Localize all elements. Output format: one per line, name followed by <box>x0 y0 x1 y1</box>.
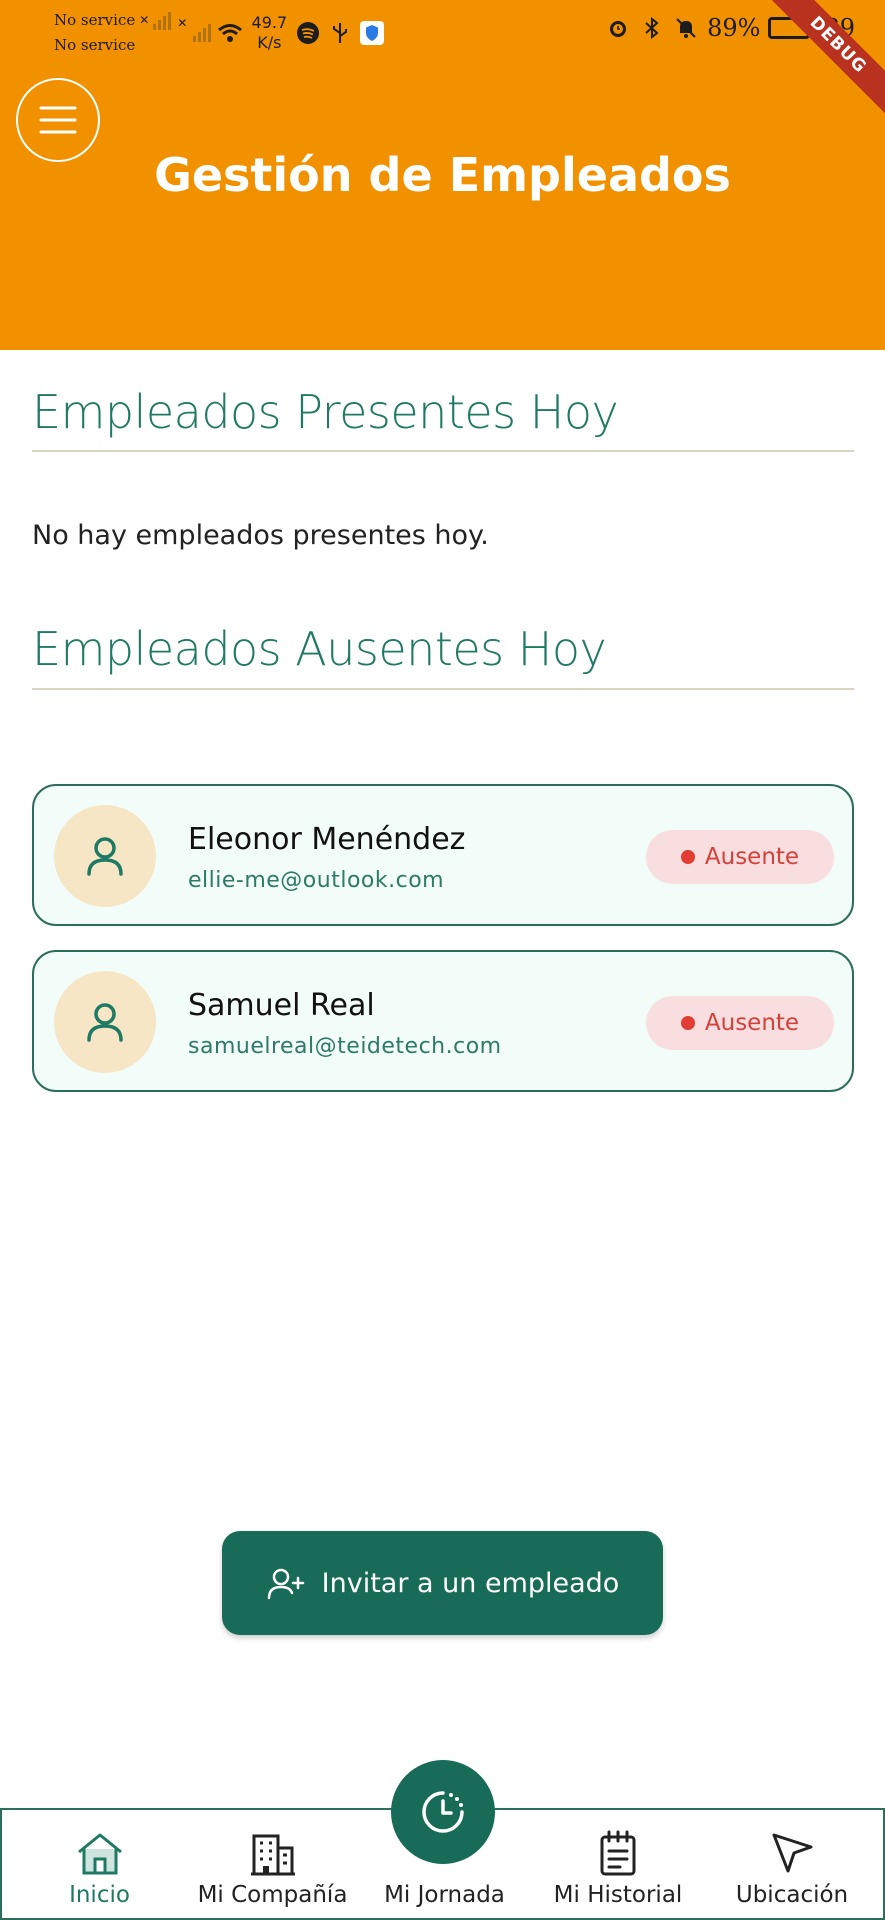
nav-item-ubicacion[interactable]: Ubicación <box>722 1810 862 1920</box>
bell-muted-icon <box>673 15 699 41</box>
status-left: No service ✕ No service ✕ 49.7 K/s <box>54 8 385 58</box>
nav-label-mi-jornada: Mi Jornada <box>384 1882 505 1908</box>
invite-employee-button[interactable]: Invitar a un empleado <box>222 1531 663 1635</box>
network-speed-unit: K/s <box>257 33 282 52</box>
app-header: No service ✕ No service ✕ 49.7 K/s 89% D… <box>0 0 885 350</box>
employee-email: ellie-me@outlook.com <box>188 868 445 893</box>
signal-bars-icon <box>153 11 172 30</box>
carrier-2-label: No service <box>54 36 136 54</box>
status-badge: Ausente <box>646 996 834 1050</box>
nav-label-mi-compania: Mi Compañía <box>197 1882 348 1908</box>
wifi-icon <box>217 20 243 46</box>
avatar <box>54 971 156 1073</box>
person-icon <box>87 1003 123 1042</box>
status-badge: Ausente <box>646 830 834 884</box>
present-section-title: Empleados Presentes Hoy <box>32 385 619 439</box>
nav-label-mi-historial: Mi Historial <box>553 1882 683 1908</box>
section-divider <box>32 450 854 452</box>
home-icon <box>77 1833 122 1875</box>
network-speed: 49.7 K/s <box>249 13 289 53</box>
nav-item-inicio[interactable]: Inicio <box>42 1810 157 1920</box>
carrier-info: No service ✕ No service <box>54 8 172 58</box>
usb-icon <box>327 20 353 46</box>
page-title: Gestión de Empleados <box>154 148 731 202</box>
present-empty-message: No hay empleados presentes hoy. <box>32 520 489 551</box>
absent-section-title: Empleados Ausentes Hoy <box>32 622 607 676</box>
battery-percent: 89% <box>707 14 761 42</box>
add-person-icon <box>267 1568 304 1600</box>
person-icon <box>87 837 123 876</box>
nav-item-mi-historial[interactable]: Mi Historial <box>538 1810 698 1920</box>
no-signal-icon-2: ✕ <box>177 16 188 30</box>
hamburger-icon <box>39 106 77 134</box>
status-dot-icon <box>680 850 695 864</box>
invite-button-label: Invitar a un empleado <box>321 1567 620 1599</box>
navigation-arrow-icon <box>772 1833 813 1873</box>
no-signal-icon: ✕ <box>139 13 150 27</box>
employee-email: samuelreal@teidetech.com <box>188 1034 502 1059</box>
nav-label-ubicacion: Ubicación <box>735 1882 849 1908</box>
employee-name: Samuel Real <box>188 988 375 1023</box>
alarm-icon <box>605 15 631 41</box>
bluetooth-icon <box>639 15 665 41</box>
status-bar: No service ✕ No service ✕ 49.7 K/s 89% <box>0 0 885 60</box>
employee-card[interactable]: Samuel Real samuelreal@teidetech.com Aus… <box>32 950 854 1092</box>
status-badge-label: Ausente <box>704 844 800 870</box>
network-speed-value: 49.7 <box>251 13 288 32</box>
spotify-icon <box>295 20 321 46</box>
mi-jornada-fab[interactable] <box>391 1760 495 1864</box>
employee-name: Eleonor Menéndez <box>188 822 466 857</box>
carrier-1-label: No service <box>54 11 136 29</box>
clock-icon <box>422 1791 464 1833</box>
nav-label-inicio: Inicio <box>69 1882 130 1908</box>
status-badge-label: Ausente <box>704 1010 800 1036</box>
avatar <box>54 805 156 907</box>
shield-app-icon <box>359 20 385 46</box>
status-dot-icon <box>680 1016 695 1030</box>
nav-item-mi-compania[interactable]: Mi Compañía <box>190 1810 355 1920</box>
building-icon <box>250 1834 295 1876</box>
employee-card[interactable]: Eleonor Menéndez ellie-me@outlook.com Au… <box>32 784 854 926</box>
signal-bars-icon-2 <box>193 24 212 42</box>
notepad-icon <box>600 1830 636 1876</box>
section-divider <box>32 688 854 690</box>
